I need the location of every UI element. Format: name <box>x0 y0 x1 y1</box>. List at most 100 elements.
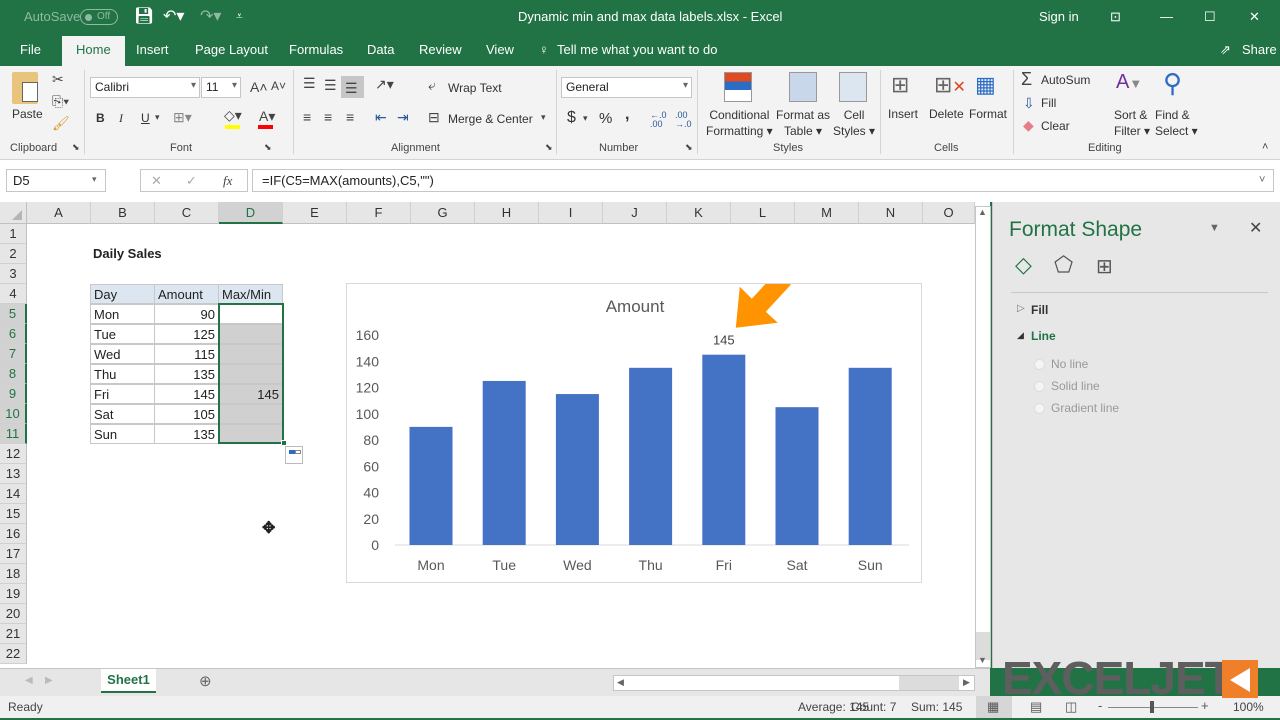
column-header-h[interactable]: H <box>475 202 539 224</box>
radio-solid-line[interactable] <box>1034 381 1045 392</box>
row-header-19[interactable]: 19 <box>0 584 27 604</box>
label-no-line[interactable]: No line <box>1051 357 1088 371</box>
bold-button[interactable]: B <box>96 111 105 125</box>
align-left-icon[interactable]: ≡ <box>303 110 311 124</box>
sign-in-link[interactable]: Sign in <box>1039 9 1079 24</box>
wrap-text-icon[interactable]: ⤶ <box>428 78 436 92</box>
fill-color-icon[interactable]: ◇▾ <box>224 108 242 122</box>
format-as-table-button[interactable]: Format as Table ▾ <box>776 107 830 139</box>
row-header-12[interactable]: 12 <box>0 444 27 464</box>
header-maxmin[interactable]: Max/Min <box>218 284 283 304</box>
insert-cells-icon[interactable]: ⊞ <box>891 74 909 96</box>
middle-align-icon[interactable]: ☰ <box>324 78 337 92</box>
scroll-left-icon[interactable]: ◀ <box>617 677 624 688</box>
column-header-b[interactable]: B <box>91 202 155 224</box>
column-header-k[interactable]: K <box>667 202 731 224</box>
find-select-button[interactable]: Find & Select ▾ <box>1155 107 1198 139</box>
row-header-10[interactable]: 10 <box>0 404 27 424</box>
ribbon-display-icon[interactable]: ⊡ <box>1110 9 1121 25</box>
share-button[interactable]: Share <box>1242 42 1277 57</box>
scroll-down-icon[interactable]: ▼ <box>978 655 987 665</box>
sort-filter-icon[interactable]: A▼ <box>1116 72 1142 92</box>
pane-options-icon[interactable]: ▼ <box>1209 222 1220 234</box>
column-header-o[interactable]: O <box>923 202 975 224</box>
effects-tab-icon[interactable]: ⬠ <box>1054 252 1073 278</box>
cell-styles-icon[interactable] <box>839 72 867 102</box>
row-header-18[interactable]: 18 <box>0 564 27 584</box>
chart-title[interactable]: Amount <box>606 297 665 316</box>
row-header-11[interactable]: 11 <box>0 424 27 444</box>
decrease-decimal-icon[interactable]: .00 →.0 <box>675 111 692 129</box>
line-collapse-icon[interactable]: ◢ <box>1017 330 1024 341</box>
paste-icon[interactable] <box>12 72 38 104</box>
paste-button[interactable]: Paste <box>12 107 43 121</box>
radio-gradient-line[interactable] <box>1034 403 1045 414</box>
fill-icon[interactable]: ⇩ <box>1023 96 1035 110</box>
status-sum[interactable]: Sum: 145 <box>911 700 962 714</box>
row-header-7[interactable]: 7 <box>0 344 27 364</box>
conditional-formatting-button[interactable]: Conditional Formatting ▾ <box>706 107 773 139</box>
tab-page-layout[interactable]: Page Layout <box>195 42 268 57</box>
tab-data[interactable]: Data <box>367 42 394 57</box>
bar-tue[interactable] <box>482 380 526 545</box>
bottom-align-button[interactable]: ☰ <box>341 76 364 98</box>
column-header-c[interactable]: C <box>155 202 219 224</box>
cell-amount[interactable]: 125 <box>154 324 219 344</box>
increase-font-icon[interactable]: A˄ <box>250 80 268 94</box>
column-header-m[interactable]: M <box>795 202 859 224</box>
cell-amount[interactable]: 115 <box>154 344 219 364</box>
font-size-dropdown[interactable]: 11 <box>201 77 241 98</box>
clear-button[interactable]: Clear <box>1041 119 1070 133</box>
status-count[interactable]: Count: 7 <box>851 700 896 714</box>
bar-sat[interactable] <box>775 407 819 545</box>
insert-function-icon[interactable]: fx <box>223 173 232 189</box>
bar-mon[interactable] <box>409 426 453 545</box>
sheet-tab-sheet1[interactable]: Sheet1 <box>101 669 156 693</box>
increase-decimal-icon[interactable]: ←.0.00 <box>650 111 667 129</box>
name-box[interactable]: D5 <box>6 169 106 192</box>
row-header-6[interactable]: 6 <box>0 324 27 344</box>
row-header-3[interactable]: 3 <box>0 264 27 284</box>
tell-me-input[interactable]: Tell me what you want to do <box>557 42 717 57</box>
tab-file[interactable]: File <box>20 42 41 57</box>
cell-amount[interactable]: 145 <box>154 384 219 404</box>
enter-icon[interactable]: ✓ <box>186 173 197 189</box>
header-amount[interactable]: Amount <box>154 284 219 304</box>
column-header-n[interactable]: N <box>859 202 923 224</box>
underline-dropdown-icon[interactable]: ▾ <box>155 113 160 122</box>
increase-indent-icon[interactable]: ⇥ <box>397 110 409 124</box>
copy-icon[interactable]: ⎘▾ <box>52 94 69 108</box>
row-header-14[interactable]: 14 <box>0 484 27 504</box>
row-header-16[interactable]: 16 <box>0 524 27 544</box>
format-as-table-icon[interactable] <box>789 72 817 102</box>
cell-amount[interactable]: 90 <box>154 304 219 324</box>
header-day[interactable]: Day <box>90 284 155 304</box>
bar-sun[interactable] <box>848 367 892 545</box>
row-header-13[interactable]: 13 <box>0 464 27 484</box>
select-all-button[interactable] <box>0 202 27 224</box>
save-icon[interactable]: 💾︎ <box>134 6 154 26</box>
scroll-up-icon[interactable]: ▲ <box>978 207 987 217</box>
horizontal-scrollbar[interactable]: ◀ ▶ <box>613 675 975 691</box>
row-header-2[interactable]: 2 <box>0 244 27 264</box>
label-gradient-line[interactable]: Gradient line <box>1051 401 1119 415</box>
cell-day[interactable]: Thu <box>90 364 155 384</box>
cut-icon[interactable]: ✂ <box>52 72 64 86</box>
fill-section-header[interactable]: Fill <box>1031 303 1048 317</box>
row-header-5[interactable]: 5 <box>0 304 27 324</box>
tab-view[interactable]: View <box>486 42 514 57</box>
data-label-fri[interactable]: 145 <box>713 333 735 348</box>
expand-formula-icon[interactable]: ˅ <box>1259 174 1265 186</box>
pane-close-icon[interactable]: ✕ <box>1249 218 1262 238</box>
cell-day[interactable]: Tue <box>90 324 155 344</box>
cell-day[interactable]: Sun <box>90 424 155 444</box>
merge-dropdown-icon[interactable]: ▾ <box>541 113 546 122</box>
wrap-text-button[interactable]: Wrap Text <box>448 81 502 95</box>
merge-center-icon[interactable]: ⊟ <box>428 110 440 124</box>
italic-button[interactable]: I <box>119 111 123 126</box>
line-section-header[interactable]: Line <box>1031 329 1056 343</box>
cell-day[interactable]: Sat <box>90 404 155 424</box>
cell-day[interactable]: Wed <box>90 344 155 364</box>
percent-button[interactable]: % <box>599 110 612 127</box>
fill-button[interactable]: Fill <box>1041 96 1056 110</box>
